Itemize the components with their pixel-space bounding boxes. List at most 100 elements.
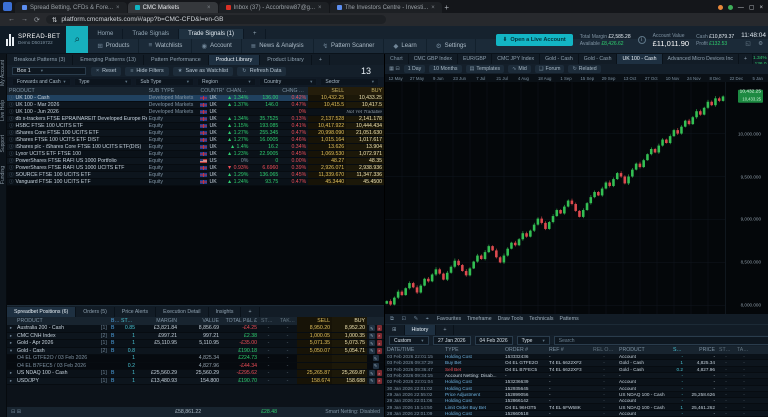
chart-footer-technicals[interactable]: Technicals xyxy=(529,316,553,322)
refresh-data-button[interactable]: ↻Refresh Data xyxy=(237,67,286,76)
date-from-input[interactable]: 27 Jan 2026 xyxy=(433,336,471,345)
buy-price[interactable]: 1,017.617 xyxy=(346,137,384,143)
edit-icon[interactable]: ✎ xyxy=(369,348,375,354)
edit-icon[interactable]: ✎ xyxy=(373,355,379,361)
filter-sub-type[interactable]: Sub Type▾ xyxy=(135,78,194,86)
chart-tool-1-day[interactable]: 1 Day xyxy=(404,65,426,73)
buy-price[interactable]: 21,051.630 xyxy=(346,130,384,136)
filter-region[interactable]: Region▾ xyxy=(197,78,256,86)
hide-filters-button[interactable]: ≡Hide Filters xyxy=(125,67,168,76)
buy-price[interactable]: 48.35 xyxy=(346,158,384,164)
library-tab[interactable]: + xyxy=(312,55,330,65)
sell-price[interactable]: 10,417.922 xyxy=(308,123,346,129)
platform-tab-trade-signals[interactable]: Trade Signals xyxy=(123,29,179,39)
expand-icon[interactable]: ▸ xyxy=(7,325,15,331)
sell-price[interactable]: 11,339.670 xyxy=(308,172,346,178)
positions-tab[interactable]: Insights xyxy=(209,307,242,317)
buy-price[interactable]: 25,269.87 xyxy=(332,370,367,377)
positions-tab[interactable]: Price Alerts xyxy=(115,307,156,317)
buy-price[interactable]: 5,073.75 xyxy=(332,340,367,347)
library-tab[interactable]: Product Library xyxy=(209,55,261,65)
table-row[interactable]: ⓘiShares Core FTSE 100 UCITS ETFEquityUK… xyxy=(7,130,384,137)
positions-tab[interactable]: + xyxy=(241,307,259,317)
sidebar-item-support[interactable]: Support xyxy=(0,135,6,153)
library-tab[interactable]: Product Library xyxy=(260,55,312,65)
chart-tab[interactable]: Advanced Micro Devices Inc xyxy=(663,54,739,64)
chart-tool-mid[interactable]: ∿Mid xyxy=(508,65,531,73)
chart-tab[interactable]: Gold - Cash xyxy=(579,54,618,64)
table-row[interactable]: ⓘiShares FTSE 100 UCITS ETF DISTEquityUK… xyxy=(7,137,384,144)
expand-icon[interactable]: ▾ xyxy=(7,348,15,354)
edit-icon[interactable]: ✎ xyxy=(369,370,375,376)
smart-netting-status[interactable]: Smart Netting: Disabled xyxy=(325,409,380,415)
sell-price[interactable]: 13.626 xyxy=(308,144,346,150)
chart-footer-draw-tools[interactable]: Draw Tools xyxy=(498,316,524,322)
expand-icon[interactable]: ▸ xyxy=(7,340,15,346)
sell-price[interactable]: 2,926.071 xyxy=(308,165,346,171)
platform-tab--[interactable]: + xyxy=(244,29,267,39)
chart-tab[interactable]: + xyxy=(739,54,753,64)
type-select[interactable]: Type▾ xyxy=(517,336,550,345)
filter-type[interactable]: Type▾ xyxy=(74,78,133,86)
search-input[interactable]: Search xyxy=(554,336,768,345)
forward-icon[interactable]: → xyxy=(21,16,28,23)
positions-tab[interactable]: Execution Detail xyxy=(156,307,209,317)
table-row[interactable]: ⓘUK 100 - Jun 2026Developed MarketsUK0%N… xyxy=(7,109,384,116)
close-position-icon[interactable]: × xyxy=(377,325,383,331)
sidebar-item-my-account[interactable]: My Account xyxy=(0,60,6,86)
browser-tab[interactable]: CMC Markets× xyxy=(128,2,218,13)
chart-toolbar-icons[interactable]: ▦ ⊟ xyxy=(389,66,400,72)
nav-item-pattern-scanner[interactable]: ↯Pattern Scanner xyxy=(314,39,385,53)
platform-tab-trade-signals-1-[interactable]: Trade Signals (1) xyxy=(179,29,244,39)
close-position-icon[interactable]: × xyxy=(377,378,383,384)
positions-tab[interactable]: Orders (5) xyxy=(76,307,115,317)
chart-footer-icons[interactable]: ⧉ ⊡ ✎ ⌖ xyxy=(390,316,432,323)
buy-price[interactable]: 2,938.936 xyxy=(346,165,384,171)
sell-price[interactable]: 5,050.07 xyxy=(297,348,332,355)
info-icon[interactable]: i xyxy=(638,36,646,44)
expand-icon[interactable]: ▸ xyxy=(7,370,15,376)
table-row[interactable]: ▸US NDAQ 100 - Cash[1]B1£25,560.2925,560… xyxy=(7,370,384,378)
buy-price[interactable]: 10,417.5 xyxy=(346,102,384,108)
edit-icon[interactable]: ✎ xyxy=(369,333,375,339)
chart-tool-templates[interactable]: ▤Templates xyxy=(466,65,505,73)
watchlist-select[interactable]: Box 1 ▾ xyxy=(12,67,86,76)
panel-grid-icon[interactable]: ⊞ xyxy=(385,325,405,335)
library-tab[interactable]: Emerging Patterns (13) xyxy=(73,55,144,65)
table-row[interactable]: ⓘUK 100 - CashDeveloped MarketsUK▲ 1.34%… xyxy=(7,95,384,102)
buy-price[interactable]: 5,054.71 xyxy=(332,348,367,355)
buy-price[interactable]: 1,000.35 xyxy=(332,333,367,340)
nav-item-settings[interactable]: ⚙Settings xyxy=(427,39,477,53)
close-position-icon[interactable]: × xyxy=(377,348,383,354)
edit-icon[interactable]: ✎ xyxy=(369,340,375,346)
table-row[interactable]: ▸CMC CNH Index[2]B1£997.21997.21£2.38--1… xyxy=(7,333,384,341)
back-icon[interactable]: ← xyxy=(8,16,15,23)
chart-tool-related[interactable]: ↻Related xyxy=(568,65,600,73)
nav-item-products[interactable]: ⊞Products xyxy=(88,39,139,53)
sell-price[interactable]: 20,998.090 xyxy=(308,130,346,136)
close-window-button[interactable]: × xyxy=(759,5,763,11)
sidebar-item-live-help[interactable]: Live Help xyxy=(0,100,6,121)
buy-price[interactable]: 8,952.20 xyxy=(332,325,367,332)
candlestick-chart[interactable] xyxy=(385,82,725,314)
nav-item-watchlists[interactable]: ≡Watchlists xyxy=(139,39,192,53)
nav-item-news-analysis[interactable]: ≣News & Analysis xyxy=(242,39,314,53)
buy-price[interactable]: 10,444.434 xyxy=(346,123,384,129)
buy-price[interactable]: 11,347.336 xyxy=(346,172,384,178)
close-tab-icon[interactable]: × xyxy=(318,5,322,11)
sell-price[interactable]: 5,071.35 xyxy=(297,340,332,347)
table-row[interactable]: ⓘPowerShares FTSE RAFI US 1000 UCITS ETF… xyxy=(7,165,384,172)
sell-price[interactable]: 25,265.87 xyxy=(297,370,332,377)
browser-tab[interactable]: Spread Betting, CFDs & Fore...× xyxy=(15,2,127,13)
chart-canvas[interactable]: 10,000.0009,500.0009,000.0008,500.0008,0… xyxy=(385,82,768,314)
chart-tab[interactable]: UK 100 - Cash xyxy=(617,54,662,64)
table-row[interactable]: ⓘdb x-trackers FTSE EPRA/NAREIT Develope… xyxy=(7,116,384,123)
chart-tab[interactable]: EUR/GBP xyxy=(458,54,492,64)
history-new-tab[interactable]: + xyxy=(436,325,454,335)
position-sub-row[interactable]: O4 EL GTFE2O / 03 Feb 202614,825.34£224.… xyxy=(7,355,384,363)
range-select[interactable]: Custom▾ xyxy=(389,336,429,345)
chart-tab[interactable]: CMC GBP Index xyxy=(409,54,458,64)
edit-icon[interactable]: ✎ xyxy=(369,325,375,331)
sell-price[interactable]: 158.674 xyxy=(297,378,332,385)
reset-button[interactable]: ×Reset xyxy=(91,67,121,76)
